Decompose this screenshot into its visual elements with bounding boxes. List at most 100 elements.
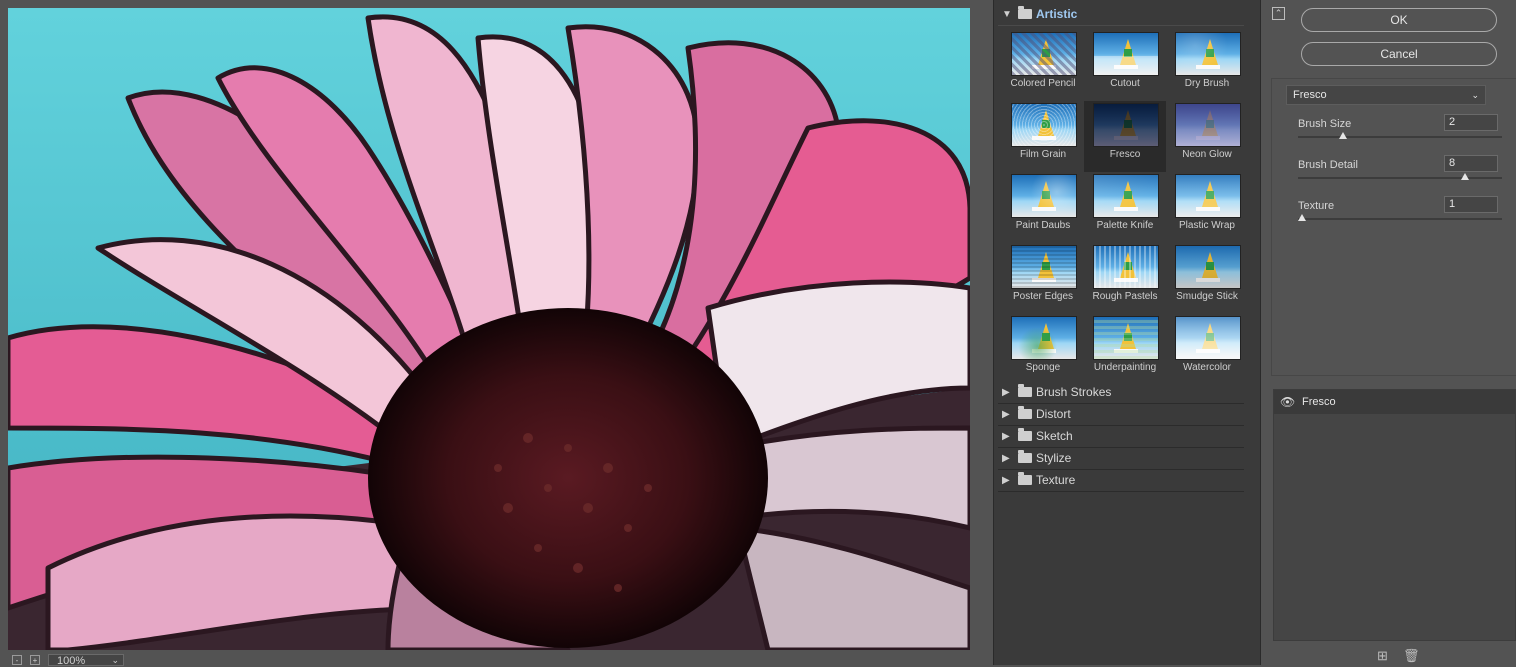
filter-thumb-smudge-stick[interactable]: Smudge Stick [1166,243,1248,314]
filter-name: Sponge [1025,362,1061,373]
filter-thumb-neon-glow[interactable]: Neon Glow [1166,101,1248,172]
collapsed-categories: ▶ Brush Strokes ▶ Distort ▶ Sketch ▶ Stylize ▶ Te… [998,382,1244,492]
filter-thumb-fresco[interactable]: Fresco [1084,101,1166,172]
param-slider-track[interactable] [1298,136,1502,138]
filter-thumb-watercolor[interactable]: Watercolor [1166,314,1248,385]
preview-canvas[interactable] [8,8,970,650]
filter-thumb-dry-brush[interactable]: Dry Brush [1166,30,1248,101]
filter-name: Palette Knife [1096,220,1154,231]
folder-icon [1018,384,1032,397]
collapsed-arrow-icon: ▶ [1002,453,1010,464]
category-stylize[interactable]: ▶ Stylize [998,448,1244,470]
filter-name: Watercolor [1183,362,1231,373]
filter-preview-image [1175,245,1241,289]
filter-name: Smudge Stick [1176,291,1238,302]
filter-thumb-cutout[interactable]: Cutout [1084,30,1166,101]
param-label: Brush Detail [1298,159,1358,171]
filter-select-value: Fresco [1293,89,1327,101]
category-label: Artistic [1036,7,1078,21]
filter-thumb-film-grain[interactable]: Film Grain [1002,101,1084,172]
param-value-input[interactable]: 8 [1444,155,1498,172]
param-label: Texture [1298,200,1335,212]
filter-preview-image [1093,316,1159,360]
cancel-button[interactable]: Cancel [1301,42,1497,66]
category-sketch[interactable]: ▶ Sketch [998,426,1244,448]
filter-name: Underpainting [1093,362,1157,373]
collapsed-arrow-icon: ▶ [1002,431,1010,442]
effect-layers-panel: 👁︎ Fresco [1273,389,1516,641]
filter-preview-image [1093,245,1159,289]
filter-name: Colored Pencil [1010,78,1076,89]
category-distort[interactable]: ▶ Distort [998,404,1244,426]
filter-preview-image [1093,174,1159,218]
filter-name: Dry Brush [1184,78,1230,89]
filter-preview-image [1011,103,1077,147]
category-label: Stylize [1036,451,1072,465]
filter-thumb-sponge[interactable]: Sponge [1002,314,1084,385]
folder-icon [1018,450,1032,463]
param-value-input[interactable]: 1 [1444,196,1498,213]
preview-area: - + 100% ⌄ [0,0,985,667]
folder-icon [1018,6,1032,19]
filter-preview-image [1175,174,1241,218]
filter-name: Poster Edges [1012,291,1074,302]
filter-thumbnails: Colored Pencil Cutout Dry Brush Film Grain F… [998,26,1244,382]
category-brush-strokes[interactable]: ▶ Brush Strokes [998,382,1244,404]
param-slider-track[interactable] [1298,177,1502,179]
param-slider-track[interactable] [1298,218,1502,220]
filter-preview-image [1093,103,1159,147]
filter-name: Neon Glow [1182,149,1232,160]
param-value-input[interactable]: 2 [1444,114,1498,131]
effect-layer-row[interactable]: 👁︎ Fresco [1274,390,1515,414]
param-brush-detail: Brush Detail 8 [1298,155,1508,199]
filter-preview-image [1011,316,1077,360]
folder-icon [1018,406,1032,419]
filter-preview-image [1175,103,1241,147]
collapse-panel-icon[interactable]: ⌃ [1272,7,1285,20]
filter-preview-image [1011,245,1077,289]
param-slider-thumb[interactable] [1461,173,1469,180]
filter-gallery: ▼ Artistic Colored Pencil Cutout Dry Brush… [993,0,1261,665]
filter-thumb-poster-edges[interactable]: Poster Edges [1002,243,1084,314]
filter-thumb-colored-pencil[interactable]: Colored Pencil [1002,30,1084,101]
eye-icon[interactable]: 👁︎ [1280,390,1295,414]
zoom-in-button[interactable]: + [30,655,40,665]
filter-name: Paint Daubs [1015,220,1071,231]
new-effect-layer-icon[interactable]: ⊞ [1376,649,1389,662]
zoom-out-button[interactable]: - [12,655,22,665]
filter-settings: Fresco ⌄ Brush Size 2 Brush Detail 8 Texture… [1271,78,1516,376]
chevron-down-icon: ⌄ [1471,90,1479,100]
filter-thumb-palette-knife[interactable]: Palette Knife [1084,172,1166,243]
param-label: Brush Size [1298,118,1352,130]
param-brush-size: Brush Size 2 [1298,114,1508,158]
filter-preview-image [1093,32,1159,76]
filter-select[interactable]: Fresco ⌄ [1286,85,1486,105]
filter-thumb-underpainting[interactable]: Underpainting [1084,314,1166,385]
filter-name: Film Grain [1019,149,1067,160]
filter-thumb-paint-daubs[interactable]: Paint Daubs [1002,172,1084,243]
filter-thumb-plastic-wrap[interactable]: Plastic Wrap [1166,172,1248,243]
category-label: Brush Strokes [1036,385,1112,399]
folder-icon [1018,428,1032,441]
zoom-bar: - + 100% ⌄ [8,653,308,667]
category-label: Texture [1036,473,1076,487]
folder-icon [1018,472,1032,485]
param-texture: Texture 1 [1298,196,1508,240]
ok-button[interactable]: OK [1301,8,1497,32]
zoom-select[interactable]: 100% ⌄ [48,654,124,667]
filter-preview-image [1011,174,1077,218]
filter-preview-image [1011,32,1077,76]
param-slider-thumb[interactable] [1298,214,1306,221]
zoom-value: 100% [57,655,86,667]
collapsed-arrow-icon: ▶ [1002,387,1010,398]
category-label: Sketch [1036,429,1073,443]
category-artistic[interactable]: ▼ Artistic [998,4,1244,26]
expanded-arrow-icon: ▼ [1002,9,1012,20]
fresco-flower-image [8,8,970,650]
filter-thumb-rough-pastels[interactable]: Rough Pastels [1084,243,1166,314]
param-slider-thumb[interactable] [1339,132,1347,139]
filter-name: Fresco [1109,149,1141,160]
category-texture[interactable]: ▶ Texture [998,470,1244,492]
filter-preview-image [1175,32,1241,76]
trash-icon[interactable]: 🗑︎ [1403,649,1420,662]
